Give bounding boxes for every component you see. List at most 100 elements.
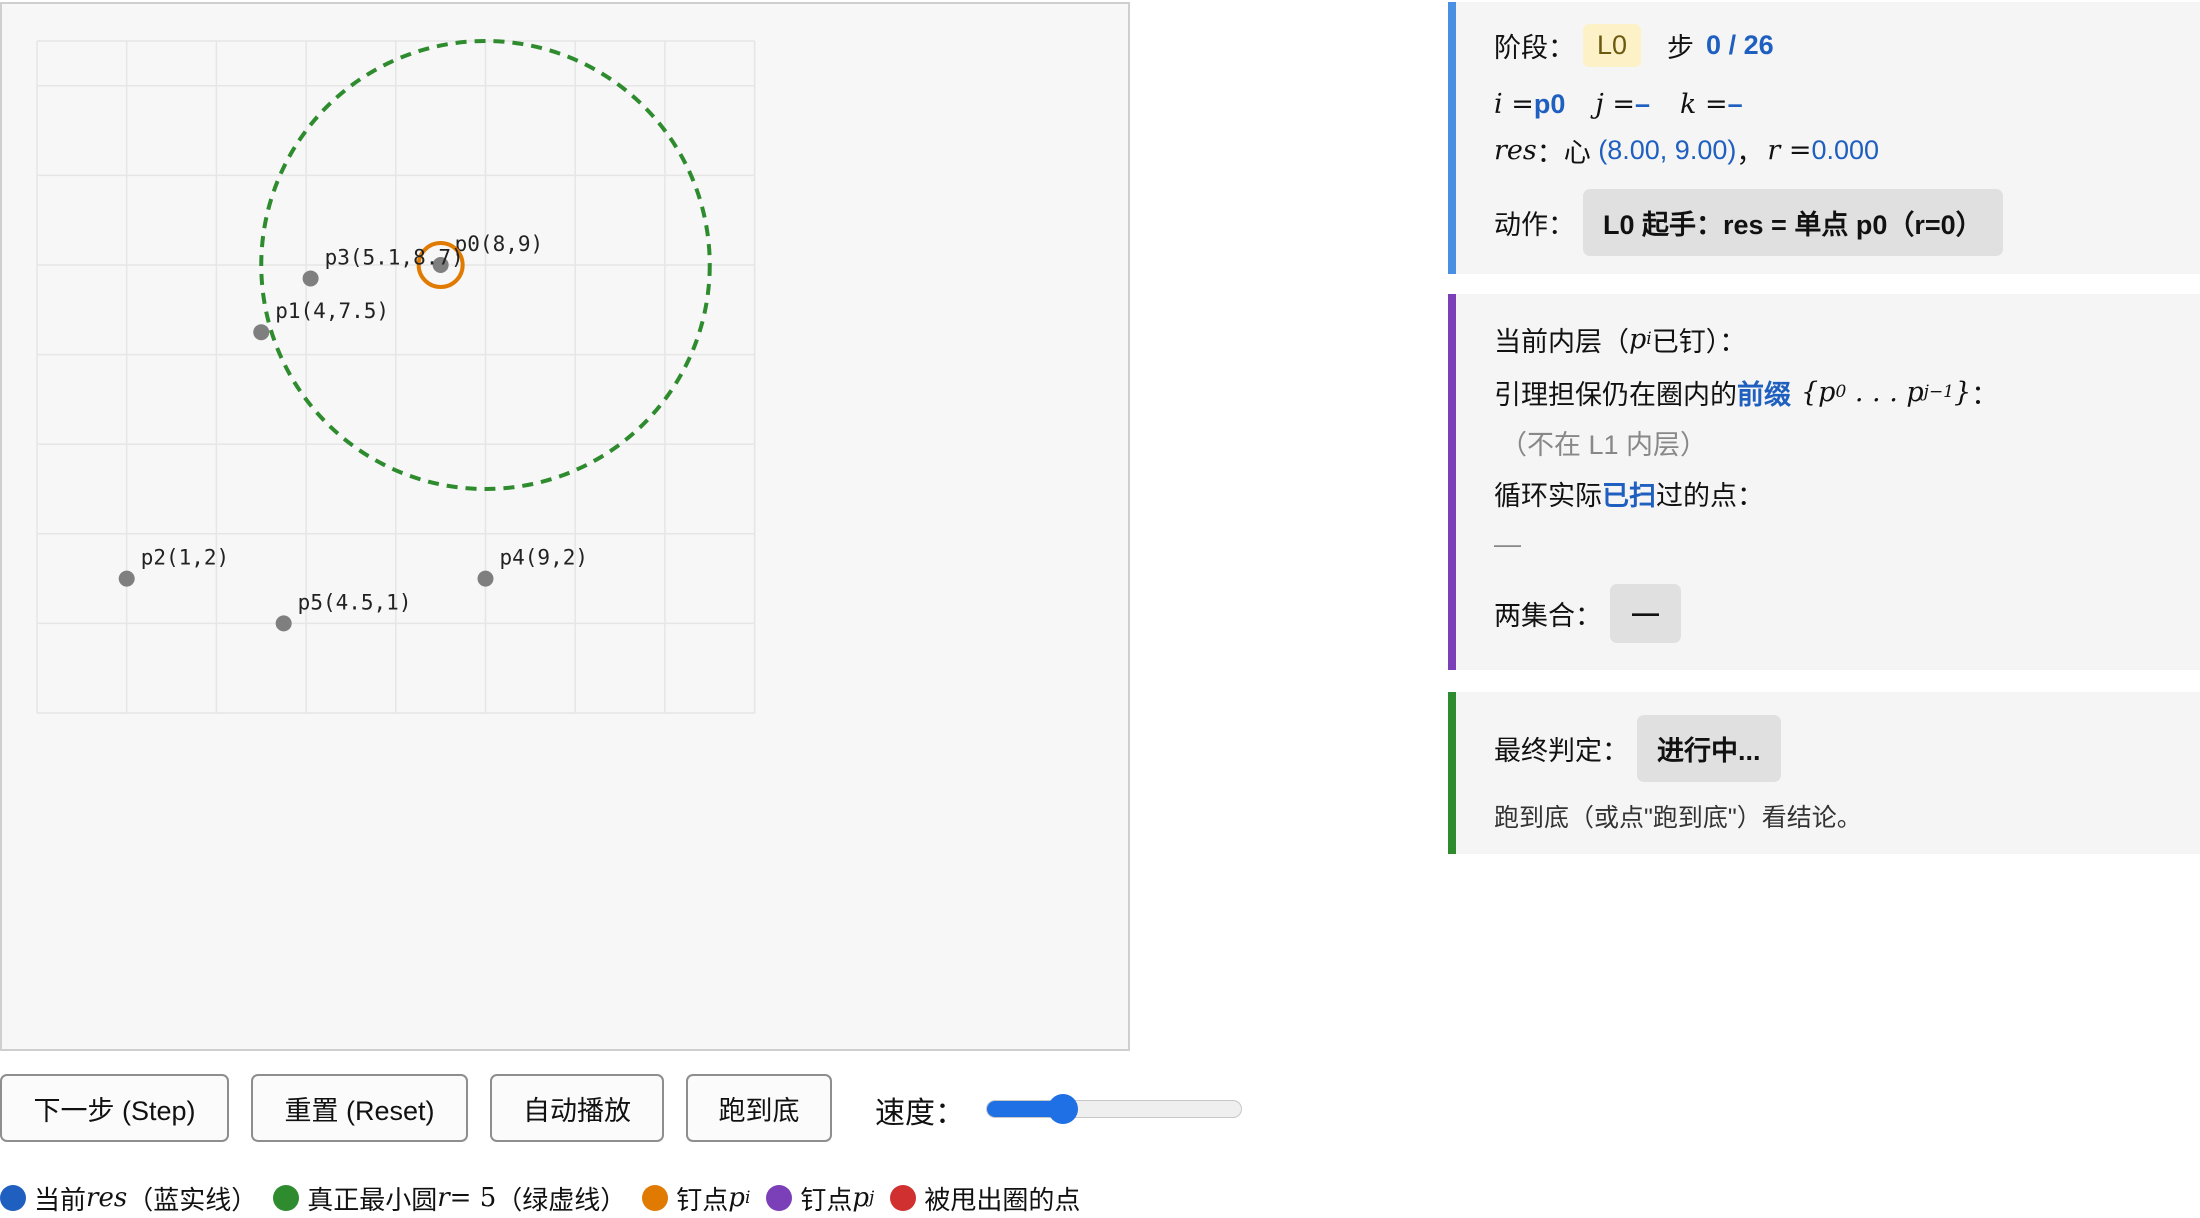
legend-out: 被甩出圈的点	[890, 1180, 1080, 1217]
j-value: –	[1634, 88, 1650, 119]
r-eq: =	[1780, 134, 1812, 166]
legend-true-dot	[273, 1185, 300, 1211]
reset-button[interactable]: 重置 (Reset)	[251, 1074, 468, 1142]
action-value: L0 起手：res = 单点 p0（r=0）	[1583, 188, 2003, 256]
stage-row: 阶段： L0 步 0 / 26	[1494, 22, 1774, 68]
lemma-row: 引理担保仍在圈内的 前缀 {p 0 . . . p j−1} ：	[1494, 370, 1998, 414]
res-var: res	[1494, 134, 1537, 166]
sets-row: 两集合： —	[1494, 578, 1681, 648]
run-to-end-button[interactable]: 跑到底	[686, 1074, 832, 1142]
step-separator: /	[1721, 29, 1744, 60]
ijk-row: i = p0 j = – k = –	[1494, 84, 1743, 124]
inner-layer-panel: 当前内层（ pi 已钉）： 引理担保仍在圈内的 前缀 {p 0 . . . p j−…	[1448, 294, 2200, 670]
legend-current-var: res	[86, 1183, 128, 1213]
j-eq: =	[1603, 88, 1635, 120]
legend-current-pre: 当前	[34, 1184, 87, 1215]
action-label: 动作：	[1494, 209, 1575, 240]
scanned-pre: 循环实际	[1494, 480, 1602, 511]
point-label-p4: p4(9,2)	[500, 546, 589, 570]
i-eq: =	[1502, 88, 1534, 120]
lemma-set-open: {p	[1801, 376, 1836, 408]
legend-out-dot	[890, 1185, 917, 1211]
scanned-post: 过的点：	[1656, 480, 1764, 511]
action-row: 动作： L0 起手：res = 单点 p0（r=0）	[1494, 186, 2003, 258]
point-label-p5: p5(4.5,1)	[298, 590, 412, 614]
point-label-p0: p0(8,9)	[455, 232, 544, 256]
k-value: –	[1727, 88, 1743, 119]
stage-label: 阶段：	[1494, 32, 1575, 63]
res-row: res ：心 (8.00, 9.00) ， r = 0.000	[1494, 130, 1879, 170]
legend-pin-j-pre: 钉点	[800, 1184, 853, 1215]
controls-bar: 下一步 (Step) 重置 (Reset) 自动播放 跑到底 速度：	[0, 1074, 1300, 1144]
point-p4	[477, 570, 494, 587]
inner-title: 当前内层（ pi 已钉）：	[1494, 318, 1746, 360]
j-var: j	[1595, 88, 1604, 120]
lemma-pre: 引理担保仍在圈内的	[1494, 379, 1737, 410]
legend-pin-j: 钉点 pj	[766, 1180, 874, 1217]
point-label-p3: p3(5.1,8.7)	[325, 245, 464, 269]
geometry-canvas: p0(8,9) p1(4,7.5) p2(1,2) p3(5.1,8.7) p4(9,2…	[0, 2, 1130, 1051]
k-var: k	[1680, 88, 1697, 120]
legend-current-dot	[0, 1185, 26, 1211]
i-var: i	[1494, 88, 1503, 120]
legend-current: 当前 res （蓝实线）	[0, 1180, 257, 1217]
legend-pin-i-sub: i	[744, 1188, 751, 1208]
sets-value: —	[1610, 583, 1681, 643]
point-label-p2: p2(1,2)	[141, 546, 230, 570]
plot-svg: p0(8,9) p1(4,7.5) p2(1,2) p3(5.1,8.7) p4(9,2…	[36, 39, 756, 714]
r-value: 0.000	[1811, 134, 1880, 165]
status-panel: 阶段： L0 步 0 / 26 i = p0 j = – k = – res ：…	[1448, 2, 2200, 274]
legend-true-var: r	[437, 1183, 450, 1213]
res-center-label: ：心	[1536, 137, 1599, 168]
lemma-value: （不在 L1 内层）	[1500, 429, 1708, 460]
verdict-label: 最终判定：	[1494, 735, 1629, 766]
point-p1	[253, 324, 270, 341]
res-separator: ，	[1736, 137, 1764, 168]
lemma-dots: . . . p	[1846, 376, 1924, 408]
legend-pin-j-dot	[766, 1185, 793, 1211]
inner-title-var: p	[1629, 323, 1647, 355]
point-p2	[118, 570, 135, 587]
verdict-row: 最终判定： 进行中...	[1494, 712, 1781, 784]
step-label: 步	[1667, 32, 1695, 63]
legend-true-post: （绿虚线）	[496, 1184, 627, 1215]
r-var: r	[1767, 134, 1781, 166]
legend-pin-j-var: p	[852, 1183, 870, 1213]
legend-true-pre: 真正最小圆	[307, 1184, 438, 1215]
legend: 当前 res （蓝实线） 真正最小圆 r = 5 （绿虚线） 钉点 pi 钉点 …	[0, 1178, 1096, 1218]
inner-title-post: 已钉）：	[1651, 326, 1747, 357]
speed-slider[interactable]	[986, 1094, 1242, 1124]
legend-current-post: （蓝实线）	[127, 1184, 258, 1215]
res-center-value: (8.00, 9.00)	[1598, 134, 1737, 165]
speed-label: 速度：	[875, 1097, 965, 1130]
i-value: p0	[1533, 88, 1566, 119]
legend-true-circle: 真正最小圆 r = 5 （绿虚线）	[273, 1180, 626, 1217]
step-button[interactable]: 下一步 (Step)	[0, 1074, 229, 1142]
lemma-sub0: 0	[1835, 382, 1847, 402]
stage-badge: L0	[1583, 23, 1642, 67]
autoplay-button[interactable]: 自动播放	[490, 1074, 664, 1142]
step-current: 0	[1706, 29, 1722, 60]
legend-pin-i: 钉点 pi	[642, 1180, 750, 1217]
verdict-hint: 跑到底（或点"跑到底"）看结论。	[1494, 804, 1862, 832]
scanned-row: 循环实际 已扫 过的点：	[1494, 472, 1764, 514]
lemma-post: ：	[1971, 379, 1999, 410]
lemma-set-close: }	[1954, 376, 1972, 408]
verdict-value: 进行中...	[1637, 714, 1781, 782]
sets-label: 两集合：	[1494, 600, 1602, 631]
scanned-bold: 已扫	[1602, 480, 1656, 511]
legend-pin-i-pre: 钉点	[676, 1184, 729, 1215]
legend-true-eq: = 5	[449, 1183, 497, 1213]
step-total: 26	[1743, 29, 1774, 60]
legend-pin-j-sub: j	[869, 1188, 875, 1208]
points-layer: p0(8,9) p1(4,7.5) p2(1,2) p3(5.1,8.7) p4(9,2…	[118, 232, 589, 632]
point-p3	[302, 270, 319, 287]
legend-pin-i-dot	[642, 1185, 669, 1211]
verdict-panel: 最终判定： 进行中... 跑到底（或点"跑到底"）看结论。	[1448, 692, 2200, 854]
lemma-sub1: j−1	[1923, 382, 1955, 402]
lemma-bold: 前缀	[1737, 379, 1791, 410]
legend-out-label: 被甩出圈的点	[924, 1184, 1081, 1215]
speed-slider-thumb[interactable]	[1048, 1094, 1079, 1124]
legend-pin-i-var: p	[728, 1183, 745, 1213]
point-label-p1: p1(4,7.5)	[275, 299, 389, 323]
